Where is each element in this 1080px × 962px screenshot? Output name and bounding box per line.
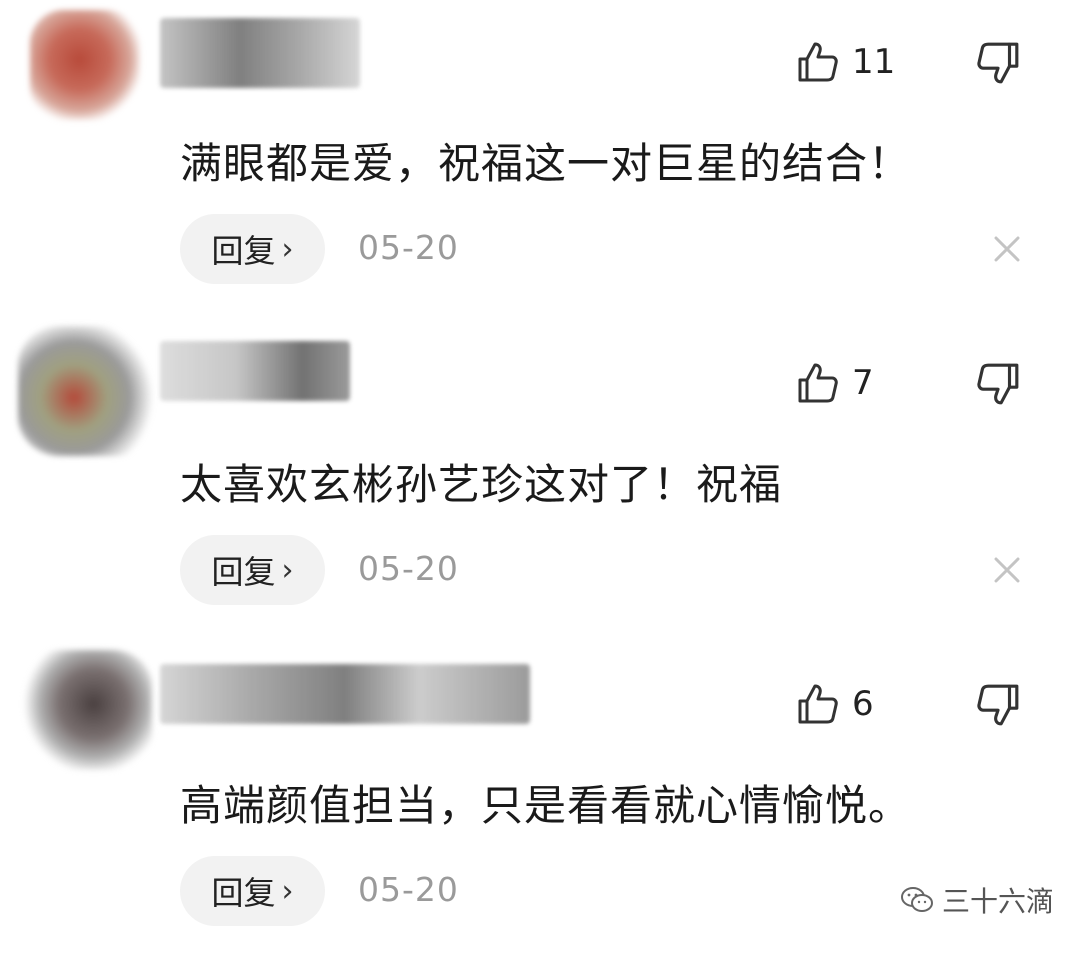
comment-date: 05-20 [358, 549, 459, 588]
watermark: 三十六滴 [900, 880, 1054, 920]
comment-text: 满眼都是爱，祝福这一对巨星的结合！ [180, 139, 912, 188]
close-icon[interactable] [990, 232, 1024, 266]
comment-text: 太喜欢玄彬孙艺珍这对了！祝福 [180, 460, 783, 509]
comment-date: 05-20 [358, 228, 459, 267]
reply-button[interactable]: 回复 › [180, 856, 325, 926]
chevron-right-icon: › [281, 552, 294, 588]
reply-button[interactable]: 回复 › [180, 535, 325, 605]
thumbs-down-icon[interactable] [975, 361, 1021, 407]
wechat-icon [901, 887, 933, 912]
comment-item: 7 太喜欢玄彬孙艺珍这对了！祝福 回复 › 05-20 [0, 321, 1080, 641]
thumbs-up-icon [798, 42, 838, 82]
close-icon[interactable] [990, 553, 1024, 587]
reply-label: 回复 [211, 553, 276, 591]
comment-item: 11 满眼都是爱，祝福这一对巨星的结合！ 回复 › 05-20 [0, 0, 1080, 320]
chevron-right-icon: › [281, 873, 294, 909]
thumbs-down-icon[interactable] [975, 682, 1021, 728]
like-button[interactable]: 11 [796, 40, 895, 84]
comment-text: 高端颜值担当，只是看看就心情愉悦。 [180, 781, 912, 830]
comment-date: 05-20 [358, 870, 459, 909]
thumbs-up-icon [798, 684, 838, 724]
thumbs-up-icon [798, 363, 838, 403]
like-button[interactable]: 6 [796, 682, 874, 726]
like-button[interactable]: 7 [796, 361, 874, 405]
watermark-text: 三十六滴 [942, 885, 1055, 918]
reply-label: 回复 [211, 232, 276, 270]
reply-button[interactable]: 回复 › [180, 214, 325, 284]
like-count: 11 [852, 42, 896, 82]
reply-label: 回复 [211, 874, 276, 912]
like-count: 6 [852, 684, 874, 724]
thumbs-down-icon[interactable] [975, 40, 1021, 86]
like-count: 7 [852, 363, 874, 403]
chevron-right-icon: › [281, 231, 294, 267]
